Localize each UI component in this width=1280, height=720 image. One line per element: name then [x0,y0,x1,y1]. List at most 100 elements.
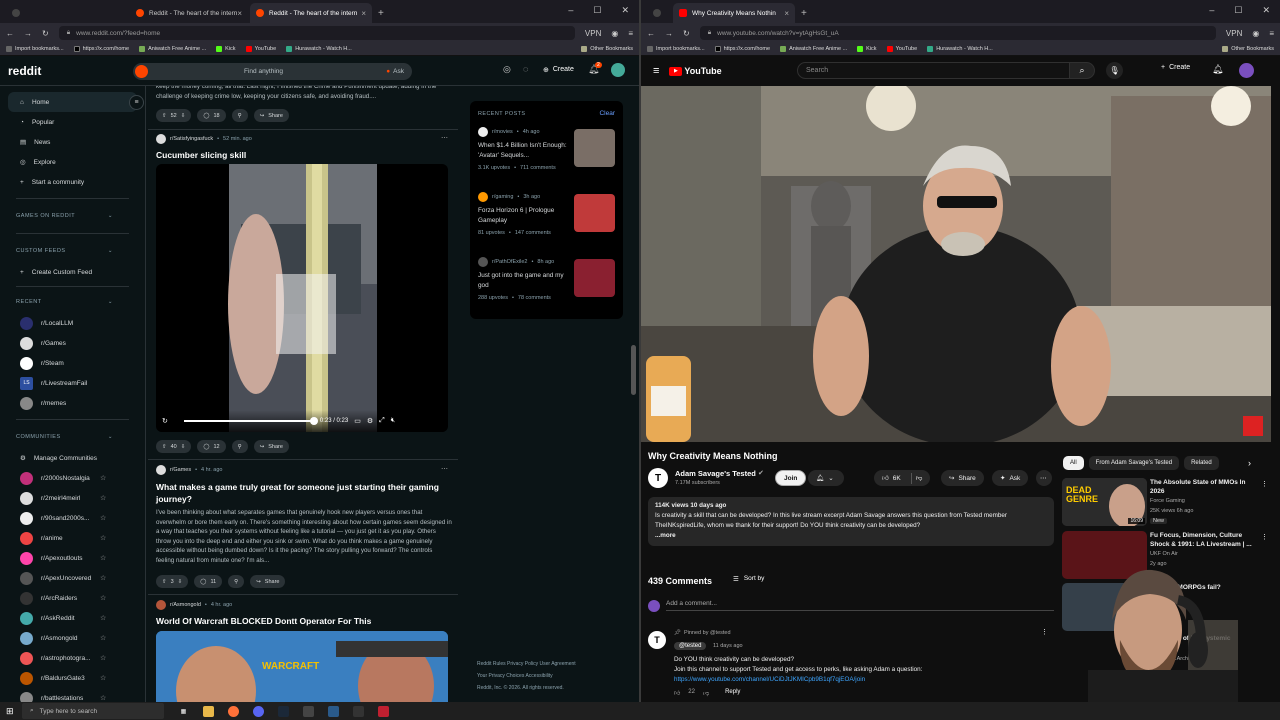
manage-communities[interactable]: ⚙ Manage Communities [0,448,145,468]
fullscreen-icon[interactable]: ⤢ [379,417,385,425]
create-button[interactable]: + Create [1161,64,1190,71]
post-subreddit[interactable]: r/Games [170,467,191,473]
browser-tab-active[interactable]: Reddit - The heart of the intern × [250,3,372,23]
menu-icon[interactable]: ≡ [628,29,633,38]
favorite-star-icon[interactable]: ☆ [100,654,106,662]
app-icon[interactable] [328,705,339,717]
replay-icon[interactable]: ↻ [162,417,168,425]
bookmark-item[interactable]: Hurawatch - Watch H... [927,46,993,52]
new-tab-button[interactable]: + [378,8,384,19]
comment-menu-icon[interactable]: ⋮ [1041,628,1048,636]
bookmark-item[interactable]: YouTube [886,46,917,52]
file-explorer-icon[interactable] [203,705,214,717]
notifications-icon[interactable]: 🔔︎ [1212,64,1223,75]
sidebar-item-community[interactable]: r/2meirl4meirl ☆ [0,488,145,508]
comment-author[interactable]: @tested [674,642,707,650]
clear-button[interactable]: Clear [599,110,615,117]
sidebar-item-start-community[interactable]: + Start a community [0,172,145,192]
share-button[interactable]: ↪ Share [253,440,289,453]
video-player[interactable]: ↻ 0:23 / 0:23 ▭ ⚙ ⤢ 🔇︎ [156,164,448,432]
downvote-icon[interactable]: ⇩ [181,113,186,119]
recent-header[interactable]: RECENT ⌄ [0,291,145,313]
bookmark-item[interactable]: Hurawatch - Watch H... [286,46,352,52]
comments-button[interactable]: ◯ 18 [197,109,226,122]
chevron-right-icon[interactable]: › [1248,458,1251,468]
favorite-star-icon[interactable]: ☆ [100,574,106,582]
bookmark-item[interactable]: Aniwatch Free Anime ... [139,46,206,52]
related-video[interactable]: DEAD GENRE 16:09 The Absolute State of M… [1062,478,1280,528]
bookmark-item[interactable]: YouTube [245,46,276,52]
subscribe-bell-button[interactable]: 🔔︎ ⌄ [808,470,844,486]
comments-button[interactable]: ◯ 12 [197,440,226,453]
vote-pill[interactable]: ⇧ 3 ⇩ [156,575,189,588]
sidebar-item-recent[interactable]: r/LocalLLM [0,313,145,333]
chip-all[interactable]: All [1063,456,1084,470]
downvote-icon[interactable]: ⇩ [181,444,186,450]
sidebar-item-recent[interactable]: r/Steam [0,353,145,373]
sidebar-item-community[interactable]: r/Asmongold ☆ [0,628,145,648]
sidebar-item-community[interactable]: r/90sand2000s... ☆ [0,508,145,528]
collapse-sidebar-button[interactable]: ≡ [129,95,144,110]
channel-name[interactable]: Adam Savage's Tested [675,469,756,478]
bookmark-item[interactable]: Kick [857,46,877,52]
maximize-icon[interactable]: ☐ [1234,5,1242,16]
favorite-star-icon[interactable]: ☆ [100,694,106,702]
footer-links[interactable]: Reddit Rules Privacy Policy User Agreeme… [477,658,576,670]
favorite-star-icon[interactable]: ☆ [100,634,106,642]
video-player[interactable] [641,86,1271,442]
shield-icon[interactable]: ◉ [611,29,618,38]
maximize-icon[interactable]: ☐ [593,5,601,16]
chip-from-channel[interactable]: From Adam Savage's Tested [1088,456,1180,470]
video-progress-track[interactable] [183,417,318,425]
comments-button[interactable]: ◯ 11 [194,575,223,588]
upvote-icon[interactable]: ⇧ [162,579,167,585]
taskbar-search[interactable]: ⌕ Type here to search [22,703,164,719]
forward-icon[interactable]: → [665,29,673,38]
recent-post-thumbnail[interactable] [574,129,615,167]
recent-post-item[interactable]: r/PathOfExile2 • 8h ago Just got into the g… [478,257,568,301]
bookmark-item[interactable]: https://x.com/home [73,46,129,52]
show-more-link[interactable]: ...more [655,531,1047,541]
add-comment-input[interactable]: Add a comment... [666,600,1054,611]
favorite-star-icon[interactable]: ☆ [100,594,106,602]
close-tab-icon[interactable]: × [784,9,789,18]
upvote-icon[interactable]: ⇧ [162,444,167,450]
app-icon[interactable] [303,705,314,717]
youtube-logo[interactable]: ▶ YouTube [669,66,722,76]
address-bar[interactable]: 🔒︎ www.reddit.com/?feed=home [58,26,575,40]
sidebar-item-recent[interactable]: LS r/LivestreamFail [0,373,145,393]
microphone-icon[interactable]: 🎙︎ [1106,62,1123,79]
sort-by-button[interactable]: ☰ Sort by [733,575,764,583]
post-thumbnail[interactable]: WARCRAFT [156,631,448,702]
award-button[interactable]: ⚲ [231,109,248,122]
caption-icon[interactable]: ▭ [354,417,361,425]
other-bookmarks[interactable]: Other Bookmarks [1222,46,1274,52]
sidebar-item-community[interactable]: r/Apexoutlouts ☆ [0,548,145,568]
sidebar-item-explore[interactable]: ◎ Explore [0,152,145,172]
sidebar-item-community[interactable]: r/astrophotogra... ☆ [0,648,145,668]
reddit-logo[interactable]: reddit [8,64,41,78]
discord-icon[interactable] [253,705,264,717]
recent-post-item[interactable]: r/movies • 4h ago When $1.4 Billion Isn't E… [478,127,568,171]
more-options-icon[interactable]: ⋮ [1261,480,1268,488]
create-custom-feed[interactable]: + Create Custom Feed [0,262,145,282]
channel-avatar[interactable]: T [648,631,666,649]
browser-tab[interactable] [6,3,128,23]
post-title[interactable]: What makes a game truly great for someon… [156,481,451,505]
downvote-icon[interactable]: ⇩ [178,579,183,585]
steam-icon[interactable] [278,705,289,717]
sidebar-item-home[interactable]: ⌂ Home [8,92,137,112]
vpn-indicator[interactable]: VPN [585,29,601,38]
sidebar-item-community[interactable]: r/ApexUncovered ☆ [0,568,145,588]
firefox-icon[interactable] [228,705,239,717]
address-bar[interactable]: 🔒︎ www.youtube.com/watch?v=ytAgHsGt_uA [699,26,1216,40]
post-subreddit[interactable]: r/Satisfyingasfuck [170,136,213,142]
footer-links[interactable]: Your Privacy Choices Accessibility [477,670,576,682]
app-icon[interactable] [378,705,389,717]
join-button[interactable]: Join [775,470,807,486]
other-bookmarks[interactable]: Other Bookmarks [581,46,633,52]
app-icon[interactable] [353,705,364,717]
favorite-star-icon[interactable]: ☆ [100,534,106,542]
vote-pill[interactable]: ⇧ 52 ⇩ [156,109,192,122]
sidebar-item-recent[interactable]: r/Games [0,333,145,353]
